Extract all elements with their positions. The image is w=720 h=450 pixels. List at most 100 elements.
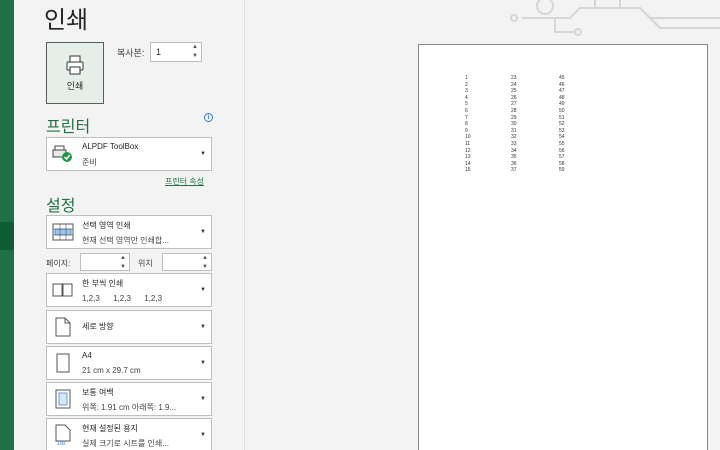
chevron-down-icon: ▼	[200, 360, 206, 366]
collation-title: 한 부씩 인쇄	[82, 279, 124, 288]
spin-down-icon[interactable]: ▼	[192, 53, 198, 60]
preview-cell: 11	[465, 141, 471, 147]
preview-cell: 13	[465, 154, 471, 161]
printer-icon	[66, 55, 84, 74]
preview-cell: 36	[511, 160, 517, 167]
preview-cell: 8	[465, 121, 468, 128]
preview-cell: 14	[465, 160, 471, 167]
orientation-select[interactable]: 세로 방향 ▼	[46, 310, 212, 344]
preview-cell: 28	[511, 108, 517, 114]
scaling-select[interactable]: 100 현재 설정된 용지 실제 크기로 시트를 인쇄... ▼	[46, 418, 212, 450]
preview-cell: 3	[465, 88, 468, 95]
collation-select[interactable]: 한 부씩 인쇄 1,2,3 1,2,3 1,2,3 ▼	[46, 273, 212, 307]
preview-cell: 32	[511, 134, 517, 141]
paper-size-icon	[51, 352, 75, 374]
paper-size-title: A4	[82, 351, 92, 360]
printer-status: 준비	[82, 158, 97, 167]
preview-cell: 30	[511, 121, 517, 128]
print-button[interactable]: 인쇄	[46, 42, 104, 104]
printer-name: ALPDF ToolBox	[82, 142, 139, 151]
preview-cell: 55	[559, 141, 565, 147]
collated-icon	[51, 279, 75, 301]
copies-spinner[interactable]: ▲ ▼	[190, 44, 200, 60]
spin-down-icon[interactable]: ▼	[120, 264, 126, 271]
preview-cell: 49	[559, 101, 565, 108]
backstage-nav-selected-item[interactable]	[0, 222, 14, 250]
preview-cell: 26	[511, 94, 517, 101]
preview-cell: 15	[465, 167, 471, 174]
preview-cell: 45	[559, 75, 565, 81]
preview-page: 1 2 3 4 5 6 7 8 9 10 11 12 13 14 15 23 24 25 26 27 28 29 30 31 3…	[418, 44, 708, 450]
print-button-label: 인쇄	[66, 80, 84, 91]
preview-cell: 7	[465, 114, 468, 121]
printer-ready-icon	[51, 143, 75, 165]
preview-cell: 48	[559, 94, 565, 101]
preview-cell: 53	[559, 127, 565, 134]
preview-cell: 52	[559, 121, 565, 128]
margins-title: 보통 여백	[82, 388, 114, 397]
copies-label: 복사본:	[117, 48, 145, 58]
preview-cell: 2	[465, 81, 468, 88]
info-icon[interactable]: i	[204, 113, 213, 122]
paper-size-select[interactable]: A4 21 cm x 29.7 cm ▼	[46, 346, 212, 380]
preview-cell: 23	[511, 75, 517, 81]
preview-cell: 58	[559, 160, 565, 167]
chevron-down-icon: ▼	[200, 396, 206, 402]
print-backstage: 인쇄 인쇄 복사본: 1 ▲ ▼ 프린터 i ALPDF ToolBox 준비 …	[0, 0, 720, 450]
preview-cell: 1	[465, 75, 468, 81]
copies-value: 1	[156, 47, 162, 57]
settings-heading: 설정	[46, 196, 76, 215]
preview-cell: 6	[465, 108, 468, 114]
preview-cell: 33	[511, 141, 517, 147]
margins-icon	[51, 388, 75, 410]
preview-cell: 31	[511, 127, 517, 134]
preview-cell: 24	[511, 81, 517, 88]
printer-properties-link[interactable]: 프린터 속성	[165, 176, 204, 187]
pages-to-spinner[interactable]: ▲ ▼	[200, 255, 210, 271]
print-what-select[interactable]: 선택 영역 인쇄 현재 선택 영역만 인쇄합... ▼	[46, 215, 212, 249]
preview-cell: 4	[465, 94, 468, 101]
spin-up-icon[interactable]: ▲	[192, 44, 198, 51]
chevron-down-icon: ▼	[200, 287, 206, 293]
preview-cell: 51	[559, 114, 565, 121]
pages-to-input[interactable]: ▲ ▼	[162, 253, 212, 271]
scaling-desc: 실제 크기로 시트를 인쇄...	[82, 439, 169, 448]
chevron-down-icon: ▼	[200, 151, 206, 157]
printer-select[interactable]: ALPDF ToolBox 준비 ▼	[46, 137, 212, 171]
margins-desc: 위쪽: 1.91 cm 아래쪽: 1.9...	[82, 403, 177, 412]
scaling-title: 현재 설정된 용지	[82, 424, 138, 433]
pages-label: 페이지:	[46, 259, 71, 268]
preview-cell: 5	[465, 101, 468, 108]
preview-cell: 37	[511, 167, 517, 174]
margins-select[interactable]: 보통 여백 위쪽: 1.91 cm 아래쪽: 1.9... ▼	[46, 382, 212, 416]
chevron-down-icon: ▼	[200, 324, 206, 330]
preview-cell: 27	[511, 101, 517, 108]
portrait-page-icon	[51, 316, 75, 338]
preview-cell: 47	[559, 88, 565, 95]
print-what-title: 선택 영역 인쇄	[82, 221, 131, 230]
collation-desc: 1,2,3 1,2,3 1,2,3	[82, 294, 163, 303]
page-title: 인쇄	[44, 6, 89, 34]
spin-up-icon[interactable]: ▲	[120, 255, 126, 262]
pages-from-input[interactable]: ▲ ▼	[80, 253, 130, 271]
preview-cell: 57	[559, 154, 565, 161]
preview-cell: 46	[559, 81, 565, 88]
chevron-down-icon: ▼	[200, 229, 206, 235]
printer-heading: 프린터	[46, 117, 91, 136]
actual-size-icon: 100	[51, 424, 75, 446]
preview-cell: 35	[511, 154, 517, 161]
preview-cell: 59	[559, 167, 565, 174]
svg-text:100: 100	[57, 441, 66, 446]
preview-cell: 50	[559, 108, 565, 114]
copies-input[interactable]: 1 ▲ ▼	[150, 42, 202, 62]
pages-from-spinner[interactable]: ▲ ▼	[118, 255, 128, 271]
preview-cell: 54	[559, 134, 565, 141]
preview-cell: 34	[511, 147, 517, 154]
spin-down-icon[interactable]: ▼	[202, 264, 208, 271]
print-what-desc: 현재 선택 영역만 인쇄합...	[82, 236, 169, 245]
preview-cell: 9	[465, 127, 468, 134]
spin-up-icon[interactable]: ▲	[202, 255, 208, 262]
orientation-title: 세로 방향	[82, 322, 114, 331]
chevron-down-icon: ▼	[200, 432, 206, 438]
pages-to-label: 위치	[138, 259, 153, 268]
